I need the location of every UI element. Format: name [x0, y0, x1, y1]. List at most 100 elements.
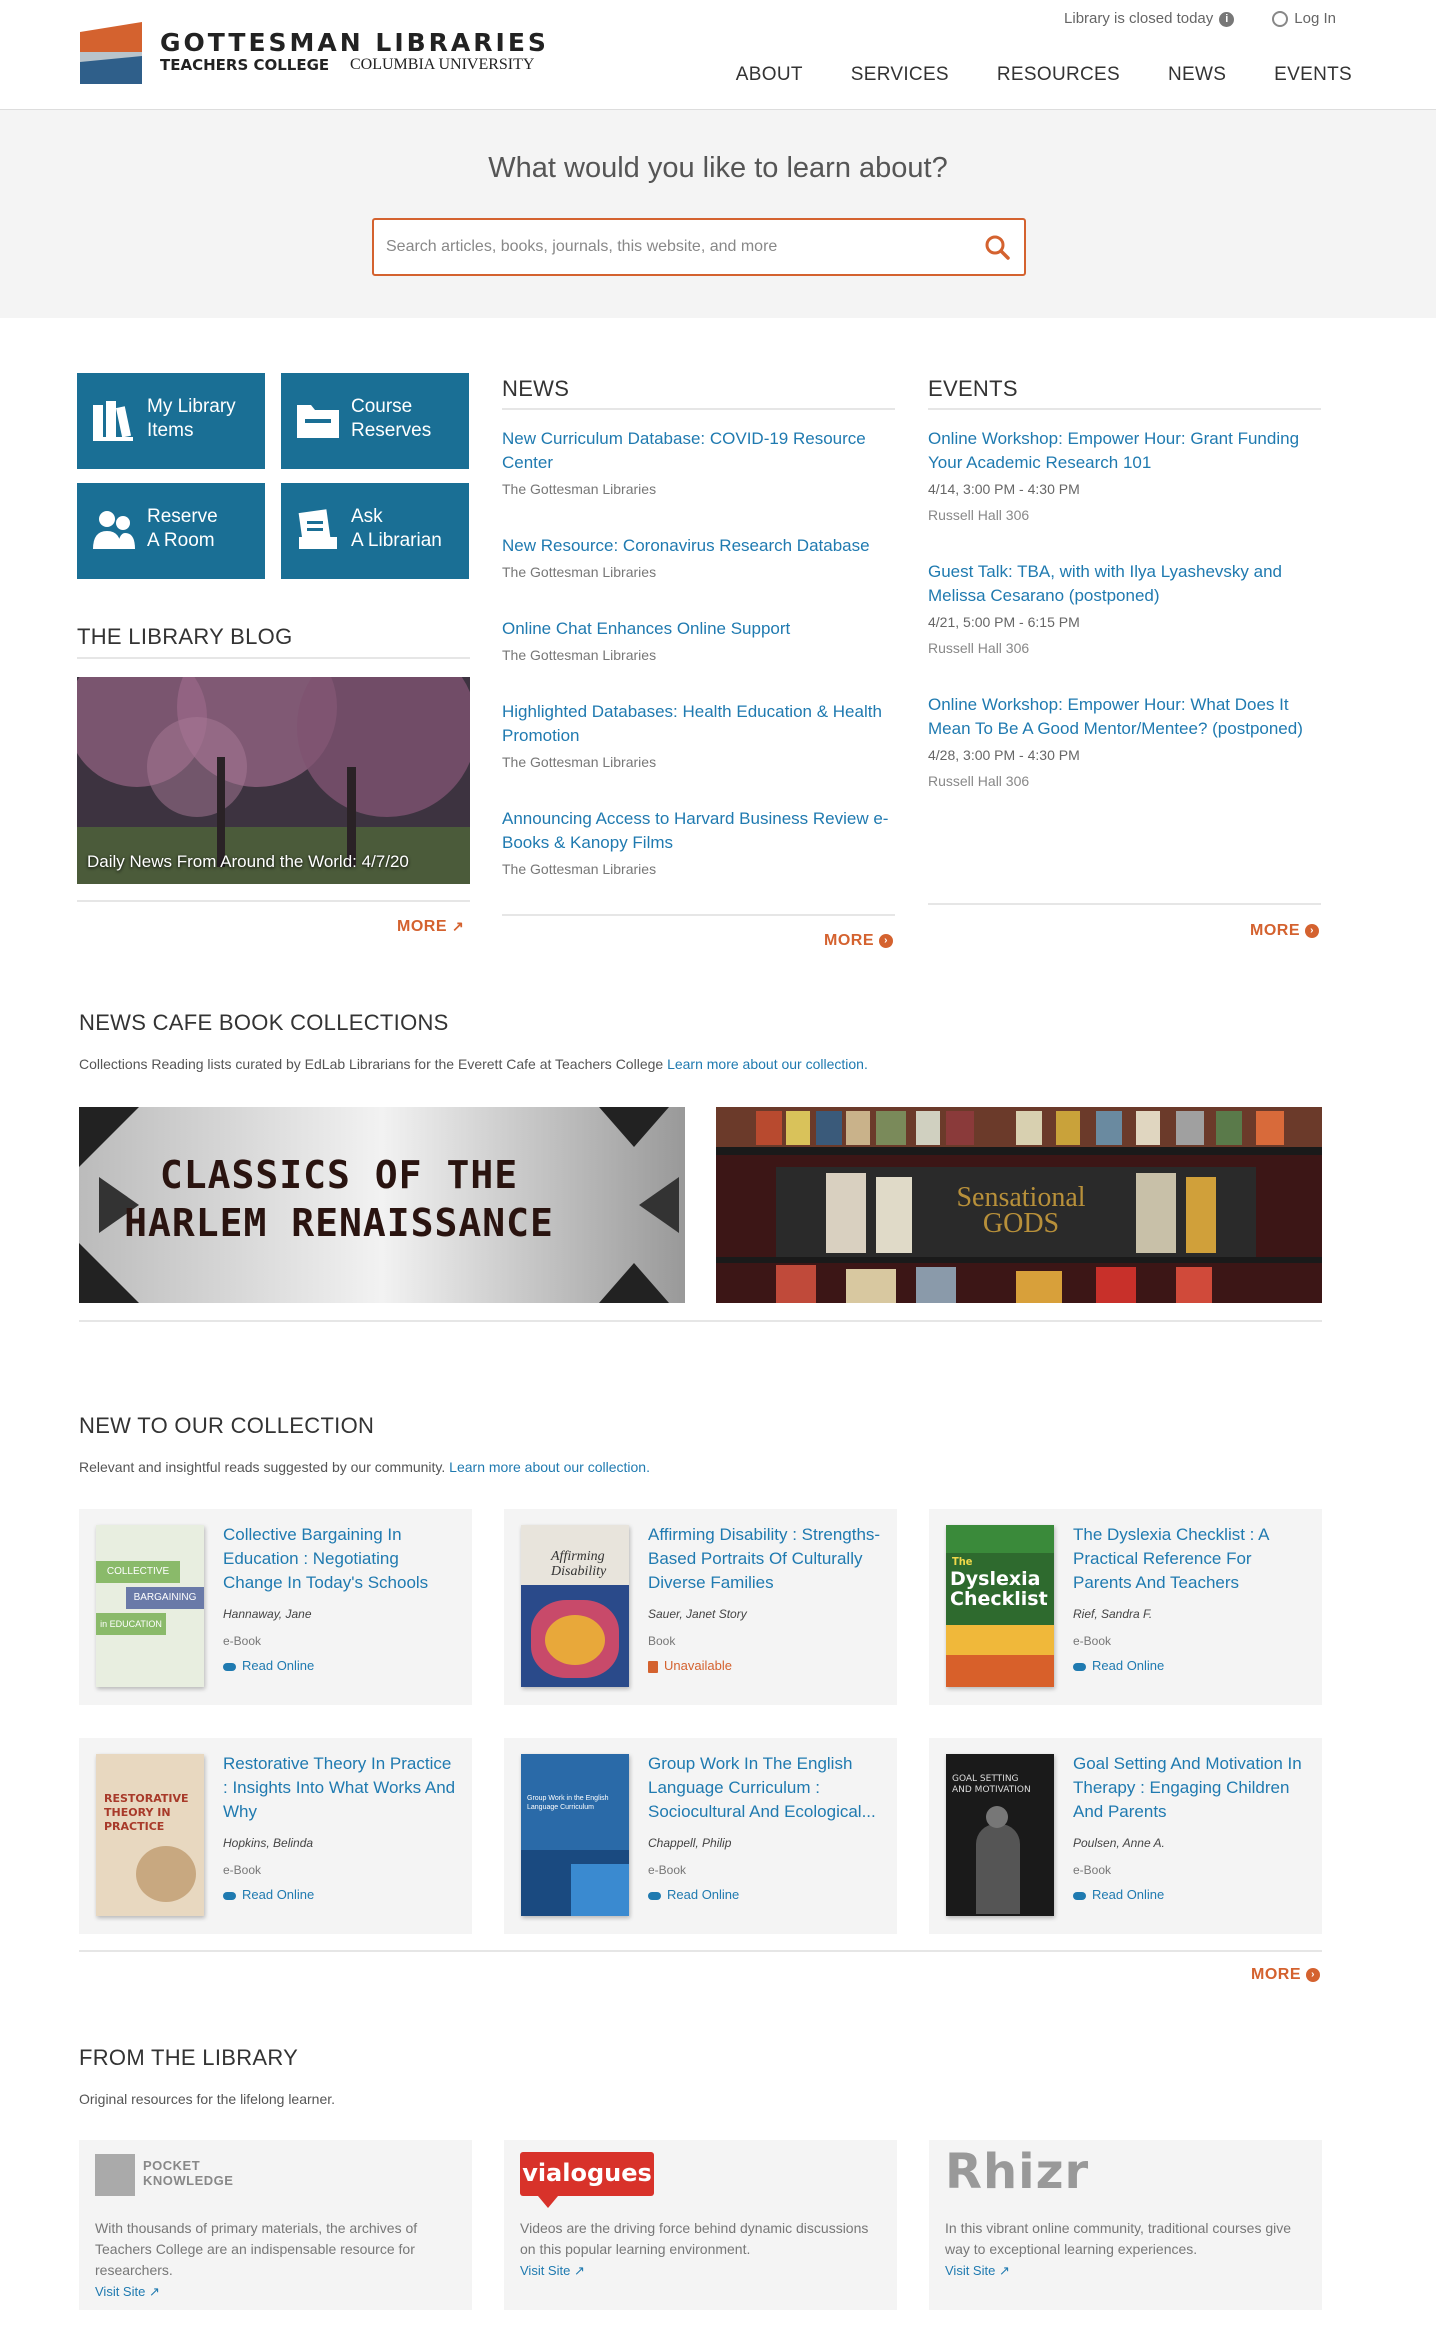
book-icon [648, 1660, 658, 1673]
read-online-link[interactable]: Read Online [223, 1658, 314, 1673]
tile-ask-librarian[interactable]: Ask A Librarian [281, 483, 469, 579]
book-card[interactable]: Affirming Disability Affirming Disability… [504, 1509, 897, 1705]
external-link-icon: ↗ [148, 2284, 160, 2299]
search-input[interactable] [386, 232, 966, 262]
nav-events[interactable]: EVENTS [1250, 64, 1376, 86]
vialogues-card[interactable]: vialogues Videos are the driving force b… [504, 2140, 897, 2310]
divider [502, 914, 895, 916]
book-cover[interactable]: COLLECTIVE BARGAINING in EDUCATION [96, 1525, 204, 1687]
book-title[interactable]: Restorative Theory In Practice : Insight… [223, 1752, 458, 1824]
cover-text: Group Work in the English Language Curri… [527, 1795, 609, 1811]
nav-news[interactable]: NEWS [1144, 64, 1250, 86]
external-link-icon: ↗ [573, 2263, 585, 2278]
cloud-icon [1073, 1662, 1086, 1671]
news-item[interactable]: Highlighted Databases: Health Education … [502, 700, 892, 770]
tile-my-library-items[interactable]: My Library Items [77, 373, 265, 469]
book-card[interactable]: GOAL SETTING AND MOTIVATION Goal Setting … [929, 1738, 1322, 1934]
book-cover[interactable]: GOAL SETTING AND MOTIVATION [946, 1754, 1054, 1916]
tile-course-reserves[interactable]: Course Reserves [281, 373, 469, 469]
read-online-link[interactable]: Read Online [648, 1887, 739, 1902]
search-heading: What would you like to learn about? [488, 152, 948, 184]
visit-site-link[interactable]: Visit Site ↗ [945, 2263, 1010, 2279]
search-band: What would you like to learn about? [0, 110, 1436, 318]
book-author: Hopkins, Belinda [223, 1836, 314, 1850]
event-item[interactable]: Guest Talk: TBA, with with Ilya Lyashevs… [928, 560, 1328, 656]
book-card[interactable]: The Dyslexia Checklist The Dyslexia Check… [929, 1509, 1322, 1705]
external-link-icon: ↗ [451, 918, 465, 934]
folder-icon [297, 405, 339, 438]
book-card[interactable]: RESTORATIVE THEORY IN PRACTICE Restorative… [79, 1738, 472, 1934]
login-link[interactable]: Log In [1272, 10, 1336, 28]
book-title[interactable]: Group Work In The English Language Curri… [648, 1752, 883, 1824]
info-icon: i [1219, 11, 1235, 27]
external-link-icon: ↗ [998, 2263, 1010, 2278]
news-heading: NEWS [502, 376, 570, 401]
blog-image[interactable]: Daily News From Around the World: 4/7/20 [77, 677, 470, 884]
events-more-link[interactable]: MORE › [1250, 922, 1319, 940]
book-format: Book [648, 1634, 676, 1648]
nav-about[interactable]: ABOUT [712, 64, 827, 86]
user-icon [1272, 11, 1289, 28]
news-more-link[interactable]: MORE › [824, 932, 893, 950]
logo-subtitle: TEACHERS COLLEGE [160, 56, 330, 74]
event-item[interactable]: Online Workshop: Empower Hour: Grant Fun… [928, 427, 1328, 523]
sensational-gods-banner[interactable]: Sensational GODS [716, 1107, 1322, 1303]
pocket-knowledge-card[interactable]: POCKET KNOWLEDGE With thousands of prima… [79, 2140, 472, 2310]
news-item[interactable]: Announcing Access to Harvard Business Re… [502, 807, 892, 877]
visit-site-link[interactable]: Visit Site ↗ [520, 2263, 585, 2279]
book-format: e-Book [1073, 1863, 1112, 1877]
banner-title: CLASSICS OF THE HARLEM RENAISSANCE [124, 1153, 554, 1245]
arrow-right-icon: › [879, 933, 893, 948]
rhizr-card[interactable]: Rhizr In this vibrant online community, … [929, 2140, 1322, 2310]
logo-university: COLUMBIA UNIVERSITY [350, 56, 535, 73]
library-status[interactable]: Library is closed today i [1064, 10, 1235, 27]
read-online-link[interactable]: Read Online [223, 1887, 314, 1902]
resource-description: With thousands of primary materials, the… [95, 2220, 418, 2278]
news-item[interactable]: Online Chat Enhances Online Support The G… [502, 617, 892, 663]
collection-learn-more-link[interactable]: Learn more about our collection. [449, 1459, 650, 1475]
nav-services[interactable]: SERVICES [827, 64, 973, 86]
visit-site-link[interactable]: Visit Site ↗ [95, 2284, 160, 2300]
cloud-icon [223, 1662, 236, 1671]
library-logo[interactable]: GOTTESMAN LIBRARIES TEACHERS COLLEGE COL… [80, 22, 550, 84]
from-library-heading: FROM THE LIBRARY [79, 2045, 299, 2070]
rhizr-logo: Rhizr [945, 2144, 1090, 2200]
book-cover[interactable]: The Dyslexia Checklist [946, 1525, 1054, 1687]
news-item[interactable]: New Resource: Coronavirus Research Datab… [502, 534, 892, 580]
utility-bar: Library is closed today i Log In [1064, 10, 1336, 28]
cafe-learn-more-link[interactable]: Learn more about our collection. [667, 1056, 868, 1072]
harlem-renaissance-banner[interactable]: CLASSICS OF THE HARLEM RENAISSANCE [79, 1107, 685, 1303]
book-title[interactable]: Goal Setting And Motivation In Therapy :… [1073, 1752, 1308, 1824]
news-item[interactable]: New Curriculum Database: COVID-19 Resour… [502, 427, 892, 497]
divider [928, 903, 1321, 905]
book-author: Hannaway, Jane [223, 1607, 312, 1621]
book-cover[interactable]: Affirming Disability [521, 1525, 629, 1687]
event-item[interactable]: Online Workshop: Empower Hour: What Does… [928, 693, 1328, 789]
book-title[interactable]: Collective Bargaining In Education : Neg… [223, 1523, 458, 1595]
logo-title: GOTTESMAN LIBRARIES [160, 28, 549, 57]
read-online-link[interactable]: Read Online [1073, 1658, 1164, 1673]
resource-description: In this vibrant online community, tradit… [945, 2220, 1292, 2257]
book-format: e-Book [648, 1863, 687, 1877]
book-card[interactable]: COLLECTIVE BARGAINING in EDUCATION Colle… [79, 1509, 472, 1705]
vialogues-logo: vialogues [520, 2152, 654, 2196]
unavailable-status: Unavailable [648, 1658, 732, 1673]
book-title[interactable]: Affirming Disability : Strengths-Based P… [648, 1523, 883, 1595]
book-title[interactable]: The Dyslexia Checklist : A Practical Ref… [1073, 1523, 1308, 1595]
nav-resources[interactable]: RESOURCES [973, 64, 1144, 86]
read-online-link[interactable]: Read Online [1073, 1887, 1164, 1902]
book-cover[interactable]: Group Work in the English Language Curri… [521, 1754, 629, 1916]
book-card[interactable]: Group Work in the English Language Curri… [504, 1738, 897, 1934]
search-box [372, 218, 1026, 276]
arrow-right-icon: › [1306, 1967, 1320, 1982]
cafe-heading: NEWS CAFE BOOK COLLECTIONS [79, 1010, 449, 1035]
tile-reserve-room[interactable]: Reserve A Room [77, 483, 265, 579]
book-cover[interactable]: RESTORATIVE THEORY IN PRACTICE [96, 1754, 204, 1916]
blog-more-link[interactable]: MORE ↗ [397, 918, 464, 936]
pocket-knowledge-logo: POCKET KNOWLEDGE [143, 2158, 234, 2188]
speech-tail-icon [538, 2196, 558, 2208]
cafe-subtext: Collections Reading lists curated by EdL… [79, 1056, 868, 1072]
search-icon[interactable] [984, 234, 1010, 260]
book-format: e-Book [223, 1863, 262, 1877]
collection-more-link[interactable]: MORE › [1251, 1966, 1320, 1984]
